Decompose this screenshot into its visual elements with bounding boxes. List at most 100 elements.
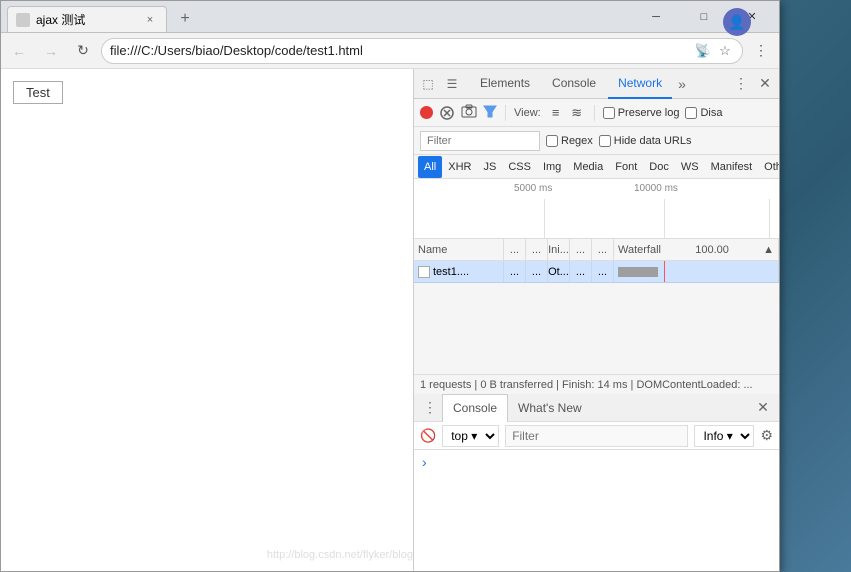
- th-col2[interactable]: ...: [504, 239, 526, 260]
- disable-cache-checkbox[interactable]: [685, 107, 697, 119]
- type-filter-ws[interactable]: WS: [675, 156, 705, 178]
- devtools-menu-button[interactable]: ⋮: [731, 74, 751, 94]
- type-filter-all[interactable]: All: [418, 156, 442, 178]
- tab-close-button[interactable]: ×: [142, 12, 158, 28]
- timeline-line-3: [769, 199, 770, 238]
- devtools-close-button[interactable]: ✕: [755, 74, 775, 94]
- disable-cache-label: Disa: [700, 107, 722, 119]
- td-initiator: Ot...: [548, 261, 570, 282]
- td-col5: ...: [570, 261, 592, 282]
- hide-data-urls-checkbox[interactable]: [599, 135, 611, 147]
- th-col6[interactable]: ...: [592, 239, 614, 260]
- screenshot-button[interactable]: [461, 104, 477, 121]
- filter-button[interactable]: [483, 104, 497, 121]
- devtools-more-tabs[interactable]: »: [674, 76, 690, 92]
- console-gear-button[interactable]: ⚙: [760, 427, 773, 444]
- inspect-icon[interactable]: ⬚: [418, 74, 438, 94]
- address-icons: 📡 ☆: [694, 42, 734, 60]
- filter-input[interactable]: [420, 131, 540, 151]
- tab-console[interactable]: Console: [542, 69, 606, 99]
- hide-data-urls-option[interactable]: Hide data URLs: [599, 135, 692, 147]
- active-tab[interactable]: ajax 测试 ×: [7, 6, 167, 32]
- th-col3[interactable]: ...: [526, 239, 548, 260]
- type-filter-bar: All XHR JS CSS Img Media Font Doc WS Man…: [414, 155, 779, 179]
- type-filter-xhr[interactable]: XHR: [442, 156, 477, 178]
- devtools-controls: ⋮ ✕: [731, 74, 775, 94]
- preserve-log-label: Preserve log: [618, 107, 680, 119]
- type-filter-doc[interactable]: Doc: [643, 156, 675, 178]
- bookmark-icon[interactable]: ☆: [716, 42, 734, 60]
- table-row[interactable]: test1.... ... ... Ot... ... ...: [414, 261, 779, 283]
- type-filter-media[interactable]: Media: [567, 156, 609, 178]
- clear-button[interactable]: [439, 105, 455, 121]
- console-input-arrow[interactable]: ›: [422, 454, 427, 470]
- th-waterfall[interactable]: Waterfall 100.00 ▲: [614, 239, 779, 260]
- td-col2: ...: [504, 261, 526, 282]
- tab-elements[interactable]: Elements: [470, 69, 540, 99]
- watermark-text: http://blog.csdn.net/flyker/blog: [267, 549, 413, 561]
- device-icon[interactable]: ☰: [442, 74, 462, 94]
- regex-option[interactable]: Regex: [546, 135, 593, 147]
- console-input-bar: 🚫 top ▾ Info ▾ ⚙: [414, 422, 779, 450]
- minimize-button[interactable]: ─: [633, 1, 679, 33]
- td-waterfall: [614, 261, 779, 282]
- tab-area: ajax 测试 × +: [1, 1, 633, 32]
- address-bar[interactable]: file:///C:/Users/biao/Desktop/code/test1…: [101, 38, 743, 64]
- type-filter-other[interactable]: Other: [758, 156, 779, 178]
- list-view-button[interactable]: ≡: [547, 104, 565, 122]
- th-initiator[interactable]: Ini...: [548, 239, 570, 260]
- preserve-log-option[interactable]: Preserve log: [603, 107, 680, 119]
- console-tab-whatsnew[interactable]: What's New: [508, 394, 592, 422]
- table-body: test1.... ... ... Ot... ... ...: [414, 261, 779, 374]
- toolbar-right: ⋮: [747, 37, 775, 65]
- type-filter-img[interactable]: Img: [537, 156, 567, 178]
- filter-icon: [483, 104, 497, 118]
- maximize-button[interactable]: □: [681, 1, 727, 33]
- tab-title: ajax 测试: [36, 11, 136, 28]
- table-header: Name ... ... Ini... ... ... Wate: [414, 239, 779, 261]
- preserve-log-checkbox[interactable]: [603, 107, 615, 119]
- record-button[interactable]: [420, 106, 433, 119]
- tab-network[interactable]: Network: [608, 69, 672, 99]
- console-loglevel-select[interactable]: Info ▾: [694, 425, 754, 447]
- navigation-toolbar: ← → ↻ file:///C:/Users/biao/Desktop/code…: [1, 33, 779, 69]
- th-name[interactable]: Name: [414, 239, 504, 260]
- more-button[interactable]: ⋮: [747, 37, 775, 65]
- back-button[interactable]: ←: [5, 37, 33, 65]
- console-context-select[interactable]: top ▾: [442, 425, 499, 447]
- address-text: file:///C:/Users/biao/Desktop/code/test1…: [110, 43, 688, 58]
- cast-icon[interactable]: 📡: [694, 42, 712, 60]
- devtools-tabs: ⬚ ☰ Elements Console Network » ⋮ ✕: [414, 69, 779, 99]
- refresh-button[interactable]: ↻: [69, 37, 97, 65]
- timeline-label-10000: 10000 ms: [634, 183, 678, 194]
- console-menu-button[interactable]: ⋮: [418, 396, 442, 420]
- type-filter-font[interactable]: Font: [609, 156, 643, 178]
- type-filter-css[interactable]: CSS: [502, 156, 537, 178]
- regex-checkbox[interactable]: [546, 135, 558, 147]
- devtools-tab-icons: ⬚ ☰: [418, 74, 468, 94]
- type-filter-js[interactable]: JS: [477, 156, 502, 178]
- timeline-label-5000: 5000 ms: [514, 183, 552, 194]
- regex-label: Regex: [561, 135, 593, 147]
- new-tab-button[interactable]: +: [171, 6, 199, 32]
- console-tab-console[interactable]: Console: [442, 394, 508, 422]
- tab-favicon: [16, 13, 30, 27]
- waterfall-line: [664, 261, 665, 282]
- forward-button[interactable]: →: [37, 37, 65, 65]
- filter-bar: Regex Hide data URLs: [414, 127, 779, 155]
- type-filter-manifest[interactable]: Manifest: [705, 156, 759, 178]
- camera-icon: [461, 104, 477, 118]
- profile-icon[interactable]: 👤: [723, 8, 751, 36]
- view-icons: ≡ ≋: [547, 104, 586, 122]
- devtools-panel: ⬚ ☰ Elements Console Network » ⋮ ✕: [413, 69, 779, 571]
- th-col5[interactable]: ...: [570, 239, 592, 260]
- test-button[interactable]: Test: [13, 81, 63, 104]
- console-close-button[interactable]: ✕: [751, 396, 775, 420]
- waterfall-bar: [618, 267, 658, 277]
- console-tabs: ⋮ Console What's New ✕: [414, 394, 779, 422]
- waterfall-view-button[interactable]: ≋: [568, 104, 586, 122]
- console-filter-input[interactable]: [505, 425, 688, 447]
- network-status-bar: 1 requests | 0 B transferred | Finish: 1…: [414, 374, 779, 394]
- disable-cache-option[interactable]: Disa: [685, 107, 722, 119]
- console-no-entry-icon[interactable]: 🚫: [420, 428, 436, 444]
